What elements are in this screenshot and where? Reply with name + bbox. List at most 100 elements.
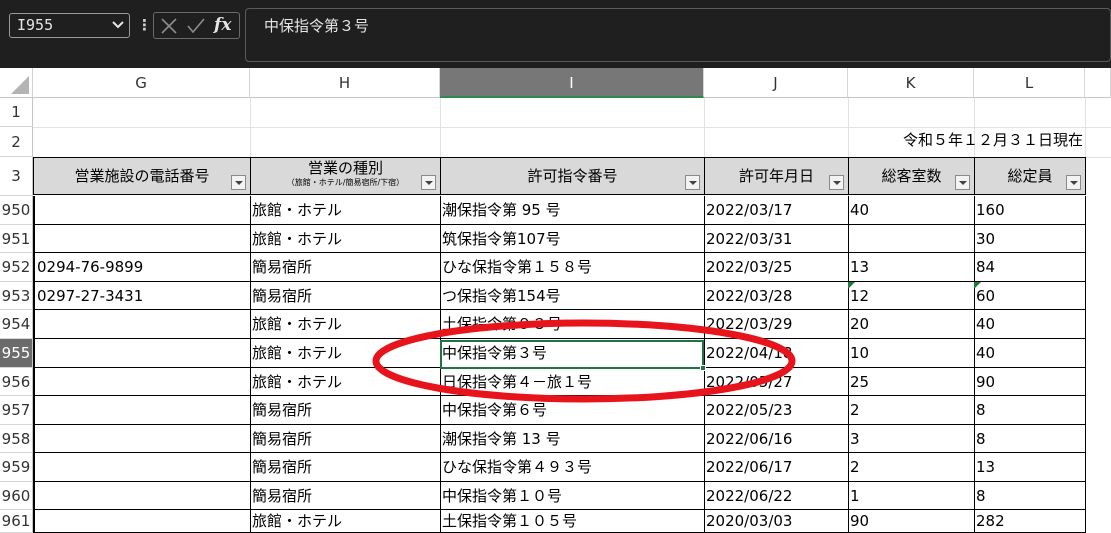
header-permit-date[interactable]: 許可年月日 — [704, 157, 849, 195]
cell-phone[interactable]: 0297-27-3431 — [33, 282, 251, 310]
cell-total-rooms[interactable]: 13 — [848, 253, 975, 282]
column-header-j[interactable]: J — [704, 68, 848, 98]
cell-phone[interactable] — [33, 310, 251, 339]
header-phone[interactable]: 営業施設の電話番号 — [33, 157, 251, 195]
row-header[interactable]: 2 — [0, 127, 33, 157]
cell-phone[interactable] — [33, 425, 251, 453]
cell-phone[interactable] — [33, 339, 251, 368]
cell-total-rooms[interactable]: 12 — [848, 282, 975, 310]
row-header[interactable]: 960 — [0, 482, 33, 510]
cell-permit-date[interactable]: 2022/03/28 — [704, 282, 849, 310]
cell-total-capacity[interactable]: 13 — [974, 453, 1086, 482]
row-header[interactable]: 1 — [0, 98, 33, 127]
cell-total-rooms[interactable]: 20 — [848, 310, 975, 339]
insert-function-icon[interactable]: fx — [214, 13, 238, 37]
cell-total-rooms[interactable]: 2 — [848, 396, 975, 425]
cell-business-type[interactable]: 簡易宿所 — [250, 253, 441, 282]
header-business-type[interactable]: 営業の種別 （旅館・ホテル/簡易宿所/下宿） — [250, 157, 441, 195]
cell-business-type[interactable]: 簡易宿所 — [250, 425, 441, 453]
cell-permit-date[interactable]: 2022/03/17 — [704, 196, 849, 225]
as-of-date-note[interactable]: 令和５年１２月３１日現在 — [903, 126, 1111, 154]
cell-total-rooms[interactable]: 40 — [848, 196, 975, 225]
cell-permit-date[interactable]: 2022/03/31 — [704, 225, 849, 253]
formula-input[interactable]: 中保指令第３号 — [245, 8, 1111, 62]
row-header[interactable]: 953 — [0, 282, 33, 310]
row-header[interactable]: 961 — [0, 510, 33, 533]
cell-permit-number[interactable]: 潮保指令第 95 号 — [440, 196, 705, 225]
row-header[interactable]: 3 — [0, 157, 33, 196]
cell-total-rooms[interactable]: 25 — [848, 368, 975, 396]
filter-dropdown-icon[interactable] — [685, 175, 700, 190]
cell-total-capacity[interactable]: 8 — [974, 425, 1086, 453]
header-total-capacity[interactable]: 総定員 — [974, 157, 1086, 195]
cell-total-capacity[interactable]: 84 — [974, 253, 1086, 282]
cell-phone[interactable] — [33, 196, 251, 225]
cell-business-type[interactable]: 旅館・ホテル — [250, 510, 441, 533]
cell-total-capacity[interactable]: 160 — [974, 196, 1086, 225]
row-header[interactable]: 951 — [0, 225, 33, 253]
cell-total-capacity[interactable]: 30 — [974, 225, 1086, 253]
row-header[interactable]: 957 — [0, 396, 33, 425]
cell-total-capacity[interactable]: 8 — [974, 396, 1086, 425]
cell-phone[interactable] — [33, 510, 251, 533]
cancel-icon[interactable] — [160, 17, 178, 35]
row-header[interactable]: 954 — [0, 310, 33, 339]
cell-business-type[interactable]: 旅館・ホテル — [250, 225, 441, 253]
cell-phone[interactable] — [33, 368, 251, 396]
cell-permit-date[interactable]: 2022/06/16 — [704, 425, 849, 453]
cell-total-rooms[interactable]: 3 — [848, 425, 975, 453]
row-header[interactable]: 952 — [0, 253, 33, 282]
cell-permit-number[interactable]: ひな保指令第１５８号 — [440, 253, 705, 282]
select-all-button[interactable] — [0, 68, 33, 98]
column-header-g[interactable]: G — [33, 68, 250, 98]
cell-phone[interactable] — [33, 482, 251, 510]
row-header[interactable]: 958 — [0, 425, 33, 453]
cell-business-type[interactable]: 簡易宿所 — [250, 453, 441, 482]
column-header-k[interactable]: K — [848, 68, 974, 98]
cell-permit-number[interactable]: 筑保指令第107号 — [440, 225, 705, 253]
cell-total-rooms[interactable] — [848, 225, 975, 253]
cell-total-capacity[interactable]: 60 — [974, 282, 1086, 310]
cell-phone[interactable] — [33, 225, 251, 253]
header-total-rooms[interactable]: 総客室数 — [848, 157, 975, 195]
cell-phone[interactable]: 0294-76-9899 — [33, 253, 251, 282]
cell-permit-number[interactable]: 中保指令第１０号 — [440, 482, 705, 510]
header-permit-number[interactable]: 許可指令番号 — [440, 157, 705, 195]
cell-total-rooms[interactable]: 2 — [848, 453, 975, 482]
checkmark-icon[interactable] — [186, 17, 206, 35]
chevron-down-icon[interactable] — [110, 16, 126, 34]
cell-permit-number[interactable]: 潮保指令第 13 号 — [440, 425, 705, 453]
cell-phone[interactable] — [33, 396, 251, 425]
column-header-m[interactable] — [1085, 68, 1111, 98]
cell-business-type[interactable]: 簡易宿所 — [250, 282, 441, 310]
cell-total-capacity[interactable]: 90 — [974, 368, 1086, 396]
cell-permit-date[interactable]: 2022/03/25 — [704, 253, 849, 282]
filter-dropdown-icon[interactable] — [1066, 175, 1081, 190]
row-header[interactable]: 950 — [0, 196, 33, 225]
cell-permit-date[interactable]: 2022/06/22 — [704, 482, 849, 510]
row-header[interactable]: 956 — [0, 368, 33, 396]
cell-total-capacity[interactable]: 40 — [974, 310, 1086, 339]
filter-dropdown-icon[interactable] — [829, 175, 844, 190]
more-options-icon[interactable]: ⋮ — [137, 16, 152, 34]
error-indicator-icon[interactable] — [974, 282, 981, 289]
error-indicator-icon[interactable] — [848, 282, 855, 289]
row-header[interactable]: 959 — [0, 453, 33, 482]
cell-permit-number[interactable]: 土保指令第１０５号 — [440, 510, 705, 533]
cell-permit-number[interactable]: つ保指令第154号 — [440, 282, 705, 310]
cell-phone[interactable] — [33, 453, 251, 482]
worksheet-grid[interactable]: 令和５年１２月３１日現在 営業施設の電話番号 営業の種別 （旅館・ホテル/簡易宿… — [33, 98, 1111, 533]
column-header-l[interactable]: L — [974, 68, 1085, 98]
column-header-h[interactable]: H — [250, 68, 440, 98]
filter-dropdown-icon[interactable] — [421, 175, 436, 190]
cell-permit-date[interactable]: 2020/03/03 — [704, 510, 849, 533]
cell-business-type[interactable]: 旅館・ホテル — [250, 196, 441, 225]
cell-total-rooms[interactable]: 1 — [848, 482, 975, 510]
cell-total-capacity[interactable]: 282 — [974, 510, 1086, 533]
cell-total-capacity[interactable]: 8 — [974, 482, 1086, 510]
cell-business-type[interactable]: 簡易宿所 — [250, 482, 441, 510]
cell-permit-number[interactable]: ひな保指令第４９３号 — [440, 453, 705, 482]
cell-total-capacity[interactable]: 40 — [974, 339, 1086, 368]
filter-dropdown-icon[interactable] — [231, 175, 246, 190]
cell-permit-date[interactable]: 2022/06/17 — [704, 453, 849, 482]
